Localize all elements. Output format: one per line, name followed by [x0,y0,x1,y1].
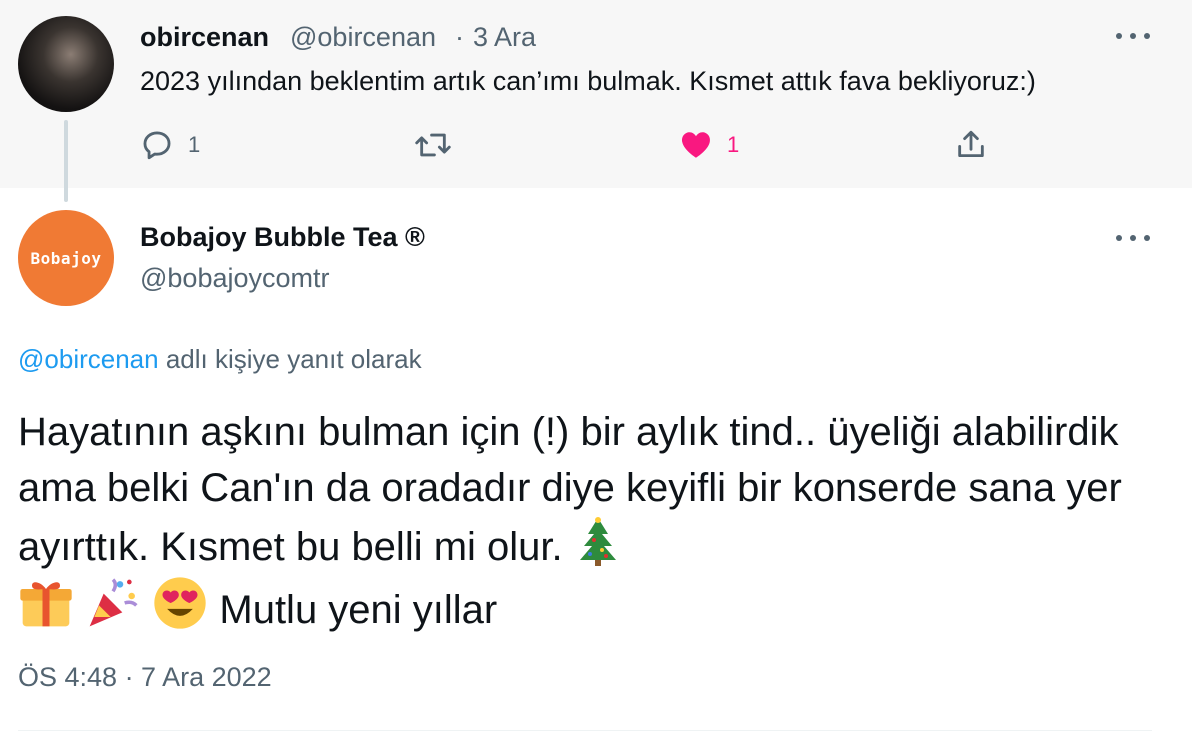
parent-more-icon[interactable] [1116,26,1150,46]
parent-tweet[interactable]: obircenan @obircenan · 3 Ara 2023 yılınd… [0,0,1192,188]
reply-button[interactable]: 1 [140,128,200,162]
retweet-icon [415,133,451,157]
main-tweet-text: Hayatının aşkını bulman için (!) bir ayl… [18,410,1122,569]
like-count: 1 [727,132,740,157]
reply-icon [143,131,171,160]
replying-suffix: adlı kişiye yanıt olarak [165,344,422,374]
reply-mention-link[interactable]: @obircenan [18,344,159,374]
parent-handle[interactable]: @obircenan [290,22,436,53]
divider [18,730,1152,731]
thread-connector-line [64,120,68,202]
parent-avatar[interactable] [18,16,114,112]
tweet-timestamp[interactable]: ÖS 4:48 · 7 Ara 2022 [18,662,272,693]
reply-count: 1 [188,132,201,157]
main-handle[interactable]: @bobajoycomtr [140,263,330,294]
parent-display-name[interactable]: obircenan [140,22,269,53]
share-button[interactable] [954,128,988,162]
christmas-tree-icon [579,517,616,566]
main-avatar[interactable]: Bobajoy [18,210,114,306]
parent-date[interactable]: 3 Ara [473,22,536,53]
closing-text: Mutlu yeni yıllar [219,588,498,632]
gift-icon [20,582,72,627]
party-popper-icon [89,578,138,627]
replying-to: @obircenan adlı kişiye yanıt olarak [18,344,422,375]
main-more-icon[interactable] [1116,228,1150,248]
parent-tweet-text: 2023 yılından beklentim artık can’ımı bu… [140,66,1036,96]
main-tweet-body: Hayatının aşkını bulman için (!) bir ayl… [18,404,1148,638]
heart-filled-icon [682,132,710,158]
main-display-name[interactable]: Bobajoy Bubble Tea ® [140,222,425,253]
avatar-logo-text: Bobajoy [30,248,102,268]
retweet-button[interactable] [414,128,452,162]
like-button[interactable]: 1 [679,128,739,162]
parent-separator: · [455,22,464,52]
share-icon [958,130,984,158]
heart-eyes-icon [154,577,206,629]
